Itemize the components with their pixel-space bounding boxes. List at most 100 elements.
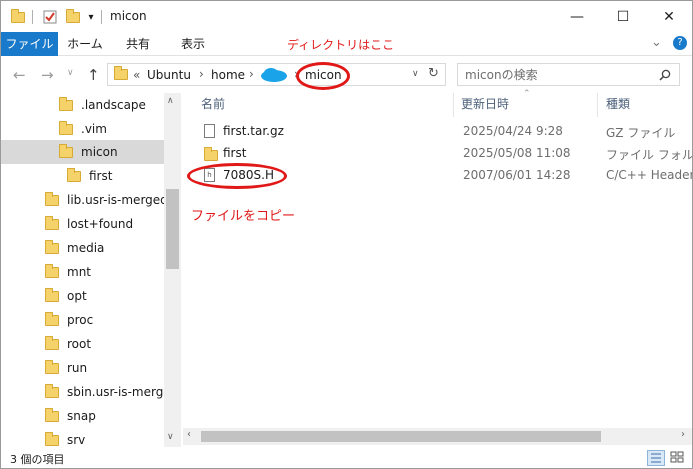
file-type: ファイル フォルダー	[606, 148, 693, 162]
nav-item-mnt[interactable]: mnt	[45, 260, 91, 284]
cloud-icon	[261, 68, 287, 82]
large-icons-view-icon[interactable]	[669, 450, 687, 466]
window-title: micon	[110, 9, 147, 23]
nav-item-label: proc	[67, 313, 94, 327]
nav-item-lost-found[interactable]: lost+found	[45, 212, 133, 236]
file-name: first.tar.gz	[223, 124, 284, 138]
item-count: 3 個の項目	[10, 453, 65, 466]
nav-item-label: .vim	[81, 122, 107, 136]
maximize-button[interactable]: ☐	[600, 1, 646, 32]
nav-item-opt[interactable]: opt	[45, 284, 87, 308]
column-divider[interactable]	[453, 93, 454, 117]
folder-icon	[59, 96, 73, 111]
nav-item-run[interactable]: run	[45, 356, 87, 380]
nav-item-landscape[interactable]: .landscape	[59, 93, 146, 117]
nav-item-lib-usr-is-merged[interactable]: lib.usr-is-merged	[45, 188, 168, 212]
address-dropdown-icon[interactable]: ∨	[412, 69, 419, 79]
properties-icon[interactable]	[41, 8, 59, 26]
tab-file[interactable]: ファイル	[1, 32, 58, 56]
ribbon-tabs: ファイル ホーム 共有 表示 ディレクトリはここ ⌄ ?	[1, 32, 692, 56]
nav-scrollbar[interactable]: ∧ ∨	[164, 93, 181, 447]
folder-icon	[45, 311, 59, 326]
nav-item-media[interactable]: media	[45, 236, 104, 260]
chevron-right-icon[interactable]: ›	[199, 67, 204, 81]
file-type: C/C++ Header	[606, 168, 693, 182]
folder-icon	[45, 215, 59, 230]
tab-view[interactable]: 表示	[167, 32, 219, 56]
breadcrumb-ubuntu[interactable]: Ubuntu	[147, 68, 191, 82]
help-icon[interactable]: ?	[673, 36, 687, 50]
file-row[interactable]: first.tar.gz 2025/04/24 9:28 GZ ファイル	[183, 121, 692, 143]
address-row: ← → ∨ ↑ « Ubuntu › home › › micon ∨ ↻	[1, 57, 692, 93]
horizontal-scrollbar[interactable]: ‹ ›	[183, 428, 692, 445]
search-icon[interactable]	[659, 69, 671, 81]
search-input[interactable]	[458, 64, 638, 85]
refresh-icon[interactable]: ↻	[428, 66, 439, 81]
expand-ribbon-icon[interactable]: ⌄	[651, 35, 662, 50]
file-modified: 2025/04/24 9:28	[463, 124, 563, 138]
scroll-right-icon[interactable]: ›	[681, 429, 685, 440]
scroll-down-icon[interactable]: ∨	[167, 432, 174, 442]
navigation-pane: .landscape .vim micon first lib.usr-is-m…	[1, 93, 181, 447]
search-box[interactable]	[457, 63, 680, 86]
file-modified: 2025/05/08 11:08	[463, 146, 571, 160]
tab-home[interactable]: ホーム	[59, 32, 111, 56]
scroll-up-icon[interactable]: ∧	[167, 96, 174, 106]
nav-item-vim[interactable]: .vim	[59, 117, 107, 141]
scroll-left-icon[interactable]: ‹	[187, 429, 191, 440]
nav-item-label: first	[89, 169, 113, 183]
nav-item-micon[interactable]: micon	[1, 140, 164, 164]
file-row[interactable]: first 2025/05/08 11:08 ファイル フォルダー	[183, 143, 692, 165]
annotation-oval-micon	[296, 62, 350, 90]
folder-icon	[114, 66, 128, 83]
minimize-button[interactable]: —	[554, 1, 600, 32]
nav-item-root[interactable]: root	[45, 332, 91, 356]
folder-icon	[10, 8, 26, 26]
scrollbar-thumb[interactable]	[166, 189, 179, 269]
annotation-directory-note: ディレクトリはここ	[287, 38, 395, 52]
recent-locations-icon[interactable]: ∨	[67, 68, 74, 78]
overflow-icon[interactable]: «	[133, 68, 140, 82]
forward-arrow-icon[interactable]: →	[41, 66, 54, 84]
customize-toolbar-icon[interactable]: ▾	[85, 8, 97, 26]
explorer-window: ▾ micon — ☐ ✕ ファイル ホーム 共有 表示 ディレクトリはここ ⌄…	[0, 0, 693, 469]
new-folder-icon[interactable]	[65, 8, 81, 26]
up-arrow-icon[interactable]: ↑	[87, 66, 100, 84]
nav-item-label: mnt	[67, 265, 91, 279]
folder-icon	[45, 335, 59, 350]
annotation-copy-note: ファイルをコピー	[191, 209, 296, 224]
nav-item-label: sbin.usr-is-merged	[67, 385, 179, 399]
nav-item-label: snap	[67, 409, 96, 423]
file-icon	[204, 124, 215, 138]
column-divider[interactable]	[597, 93, 598, 117]
details-view-icon[interactable]	[647, 450, 665, 466]
folder-icon	[59, 120, 73, 135]
column-header-name[interactable]: 名前	[201, 93, 225, 115]
nav-item-sbin-usr-is-merged[interactable]: sbin.usr-is-merged	[45, 380, 178, 404]
close-button[interactable]: ✕	[646, 1, 692, 32]
nav-item-first[interactable]: first	[67, 164, 112, 188]
column-header-modified[interactable]: 更新日時	[461, 93, 509, 115]
divider	[101, 10, 102, 24]
title-bar: ▾ micon — ☐ ✕	[1, 1, 692, 32]
folder-icon	[45, 359, 59, 374]
nav-item-label: opt	[67, 289, 87, 303]
file-list-pane: ⌃ 名前 更新日時 種類 first.tar.gz 2025/04/24 9:2…	[183, 89, 693, 447]
back-arrow-icon[interactable]: ←	[13, 66, 26, 84]
folder-icon	[204, 147, 218, 164]
address-bar[interactable]: « Ubuntu › home › › micon ∨ ↻	[107, 63, 446, 86]
nav-item-label: root	[67, 337, 92, 351]
scrollbar-thumb[interactable]	[201, 431, 601, 442]
column-header-type[interactable]: 種類	[606, 93, 630, 115]
nav-item-label: srv	[67, 433, 86, 447]
nav-item-proc[interactable]: proc	[45, 308, 93, 332]
tab-share[interactable]: 共有	[113, 32, 163, 56]
nav-item-snap[interactable]: snap	[45, 404, 96, 428]
chevron-right-icon[interactable]: ›	[249, 67, 254, 81]
folder-icon	[45, 191, 59, 206]
nav-item-label: run	[67, 361, 88, 375]
sort-indicator-icon: ⌃	[523, 89, 531, 99]
breadcrumb-home[interactable]: home	[211, 68, 245, 82]
folder-icon	[59, 143, 73, 158]
nav-item-label: .landscape	[81, 98, 146, 112]
